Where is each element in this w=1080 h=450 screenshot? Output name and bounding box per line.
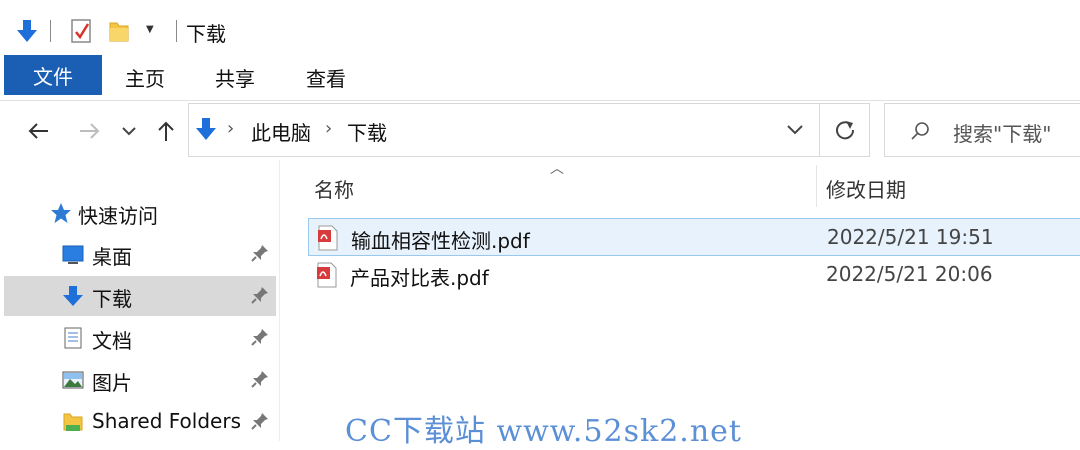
search-icon	[911, 122, 929, 140]
refresh-icon	[836, 121, 855, 140]
sidebar-item-label: 文档	[92, 329, 132, 353]
address-dropdown-icon[interactable]	[783, 116, 807, 142]
sidebar-item-documents[interactable]: 文档	[4, 318, 276, 358]
chevron-right-icon[interactable]: ›	[227, 118, 234, 139]
properties-icon[interactable]	[70, 18, 94, 44]
pin-icon[interactable]	[250, 411, 270, 431]
sidebar-item-label: 下载	[92, 287, 132, 311]
column-header-name[interactable]: 名称	[314, 174, 354, 203]
pane-divider[interactable]	[279, 160, 280, 441]
column-header-modified[interactable]: 修改日期	[826, 174, 906, 203]
tab-share[interactable]: 共享	[215, 63, 255, 92]
tab-home[interactable]: 主页	[125, 63, 165, 92]
breadcrumb-downloads[interactable]: 下载	[347, 117, 387, 146]
chevron-right-icon[interactable]: ›	[325, 118, 332, 139]
pdf-file-icon	[317, 262, 337, 288]
pdf-file-icon	[318, 225, 338, 251]
sidebar-item-pictures[interactable]: 图片	[4, 360, 276, 400]
arrow-up-icon[interactable]	[154, 118, 178, 144]
arrow-right-icon[interactable]	[76, 119, 102, 143]
document-icon	[64, 327, 82, 349]
sidebar-item-label: 桌面	[92, 245, 132, 269]
title-separator	[176, 20, 177, 42]
new-folder-icon[interactable]	[108, 19, 130, 43]
window-title: 下载	[186, 22, 226, 46]
file-modified-date: 2022/5/21 20:06	[826, 262, 993, 286]
sidebar-item-label: 图片	[92, 371, 132, 395]
sidebar-item-label: Shared Folders	[92, 409, 241, 433]
address-bar[interactable]: › 此电脑 › 下载	[188, 103, 870, 157]
sidebar-item-downloads[interactable]: 下载	[4, 276, 276, 316]
search-placeholder: 搜索"下载"	[953, 122, 1052, 146]
star-icon	[51, 203, 71, 223]
sidebar-item-desktop[interactable]: 桌面	[4, 234, 276, 274]
desktop-icon	[62, 245, 84, 264]
navigation-pane: 快速访问 桌面 下载 文档 图片 Shared Folders	[0, 160, 280, 441]
download-arrow-icon[interactable]	[16, 18, 38, 44]
sidebar-item-shared-folders[interactable]: Shared Folders	[4, 402, 276, 442]
sidebar-quick-access[interactable]: 快速访问	[78, 200, 158, 229]
tab-file[interactable]: 文件	[4, 55, 102, 95]
refresh-button[interactable]	[819, 104, 870, 156]
chevron-down-icon[interactable]	[120, 124, 138, 138]
tab-view[interactable]: 查看	[306, 63, 346, 92]
pin-icon[interactable]	[250, 285, 270, 305]
pin-icon[interactable]	[250, 327, 270, 347]
sort-ascending-icon: ︿	[550, 161, 564, 177]
picture-icon	[62, 371, 84, 389]
download-icon	[196, 118, 216, 140]
title-bar	[0, 0, 1080, 54]
customize-quick-access-icon[interactable]: ▼	[146, 24, 154, 35]
pin-icon[interactable]	[250, 243, 270, 263]
arrow-left-icon[interactable]	[26, 119, 52, 143]
search-box[interactable]: 搜索"下载"	[884, 103, 1080, 157]
shared-folder-icon	[63, 413, 83, 431]
quick-access-separator	[50, 20, 51, 42]
file-modified-date: 2022/5/21 19:51	[827, 225, 994, 249]
file-row[interactable]: 产品对比表.pdf 2022/5/21 20:06	[308, 256, 1080, 294]
file-name[interactable]: 输血相容性检测.pdf	[351, 225, 530, 254]
watermark: CC下载站 www.52sk2.net	[345, 414, 742, 449]
file-name[interactable]: 产品对比表.pdf	[350, 262, 489, 291]
column-divider[interactable]	[816, 165, 817, 207]
file-row[interactable]: 输血相容性检测.pdf 2022/5/21 19:51	[308, 218, 1080, 256]
breadcrumb-this-pc[interactable]: 此电脑	[251, 117, 311, 146]
download-icon	[63, 286, 83, 306]
pin-icon[interactable]	[250, 369, 270, 389]
